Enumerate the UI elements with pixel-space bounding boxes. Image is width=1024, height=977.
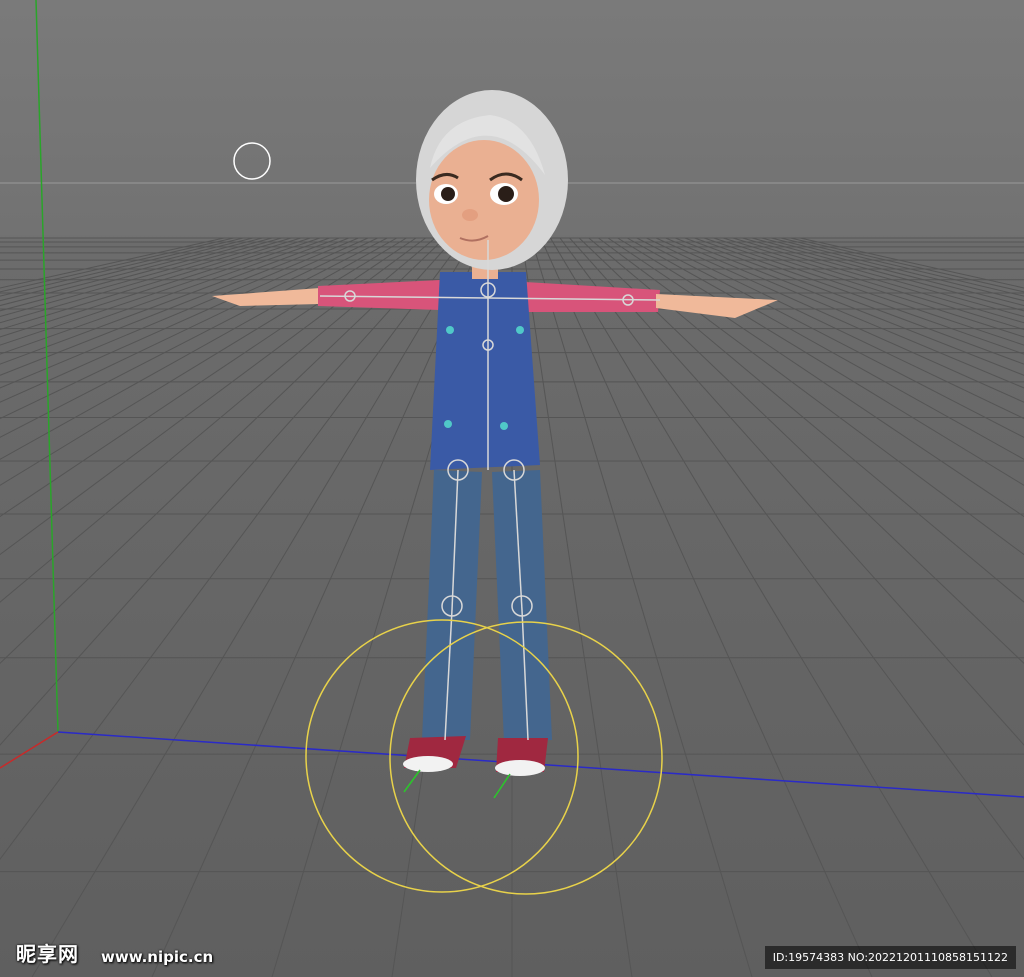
viewport-canvas[interactable] xyxy=(0,0,1024,977)
camera-target-circle[interactable] xyxy=(233,142,271,180)
right-shoe-sole xyxy=(495,760,545,776)
vest xyxy=(430,272,540,470)
left-hand xyxy=(212,288,320,306)
vest-button xyxy=(444,420,452,428)
vest-button xyxy=(446,326,454,334)
3d-viewport[interactable]: 昵享网 www.nipic.cn ID:19574383 NO:20221201… xyxy=(0,0,1024,977)
right-hand xyxy=(656,294,778,318)
y-axis-line xyxy=(35,0,59,733)
left-sleeve xyxy=(318,280,440,310)
left-shoe-sole xyxy=(403,756,453,772)
right-pupil xyxy=(498,186,514,202)
vest-button xyxy=(500,422,508,430)
nose xyxy=(462,209,478,221)
watermark-logo: 昵享网 xyxy=(16,942,79,966)
left-foot-axis xyxy=(403,769,421,793)
z-axis-line xyxy=(0,731,59,769)
right-foot-axis xyxy=(493,773,511,799)
watermark-site: www.nipic.cn xyxy=(101,948,214,966)
right-sleeve xyxy=(525,282,660,312)
vest-button xyxy=(516,326,524,334)
left-pupil xyxy=(441,187,455,201)
character-model[interactable] xyxy=(212,90,778,776)
watermark-id: ID:19574383 NO:20221201110858151122 xyxy=(764,946,1016,969)
